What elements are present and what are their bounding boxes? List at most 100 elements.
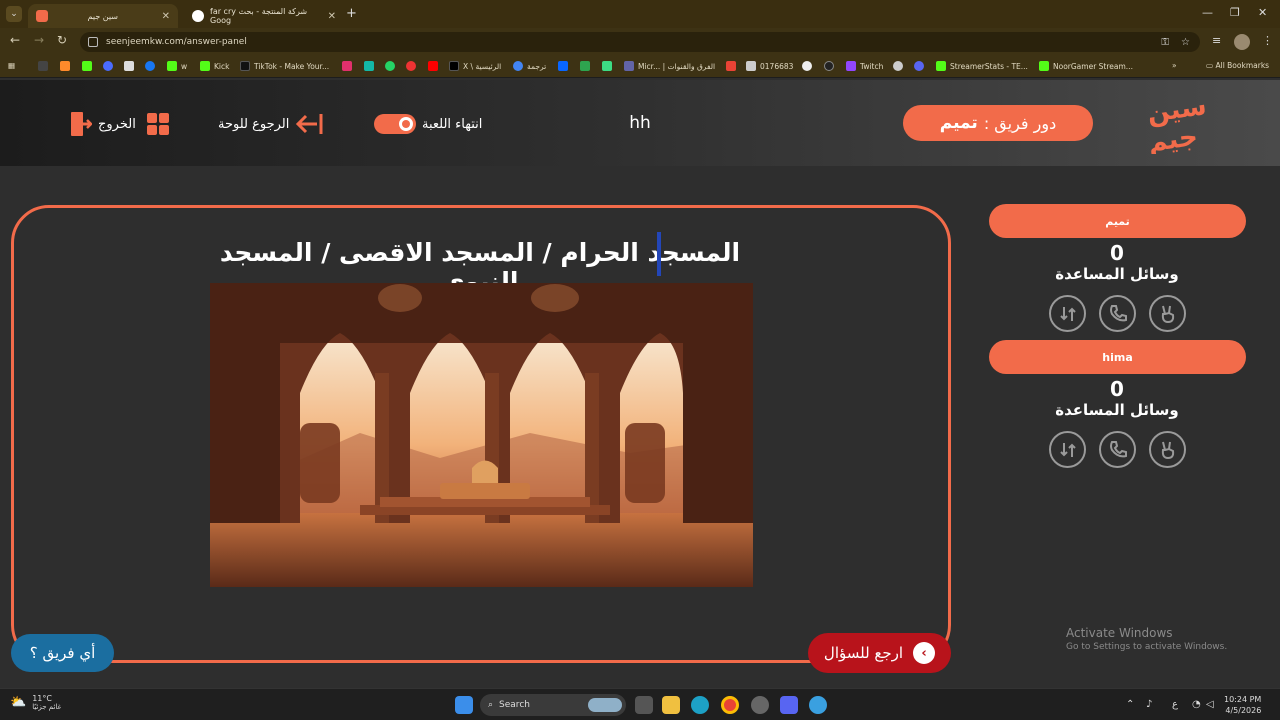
bookmark-meta-icon[interactable] [558,61,572,71]
bookmark-r-icon[interactable] [38,61,52,71]
task-view-icon[interactable] [635,696,653,714]
call-friend-icon[interactable] [1099,295,1136,332]
seenjeem-favicon-icon [36,10,48,22]
discord-icon[interactable] [780,696,798,714]
bookmark-tiktok[interactable]: TikTok - Make Your... [240,61,329,71]
arrow-left-bar-icon [296,114,323,134]
bookmark-drive-icon[interactable] [580,61,594,71]
bookmark-kick[interactable]: Kick [200,61,229,71]
watermark-line1: Activate Windows [1066,626,1173,640]
call-friend-icon[interactable] [1099,431,1136,468]
new-tab-plus-icon[interactable]: + [346,6,357,21]
volume-icon[interactable]: ◁ [1206,699,1214,710]
bookmark-twitch[interactable]: Twitch [846,61,883,71]
microphone-icon[interactable]: ♪ [1146,699,1152,710]
reload-icon[interactable]: ↻ [57,33,67,47]
start-windows-icon[interactable] [455,696,473,714]
bookmark-app-icon[interactable] [364,61,378,71]
close-tab-icon[interactable]: ✕ [328,11,336,22]
page-icon [746,61,756,71]
board-grid-button[interactable] [146,110,170,138]
watermark-line2: Go to Settings to activate Windows. [1066,642,1228,652]
swap-question-icon[interactable] [1049,295,1086,332]
password-key-icon[interactable]: ⚿ [1161,37,1169,48]
menu-dots-icon[interactable]: ⋮ [1262,34,1273,47]
tab-google-search[interactable]: far cry شركة المنتجة - بحث Goog ✕ [184,4,344,28]
google-favicon-icon [192,10,204,22]
maximize-icon[interactable]: ❐ [1230,6,1240,19]
weather-desc: غائم جزئيًا [32,703,62,711]
bookmark-github-icon[interactable] [824,61,838,71]
bookmark-chatgpt-icon[interactable] [802,61,816,71]
back-to-board-button[interactable]: الرجوع للوحة [218,110,323,138]
tab-search-button[interactable]: ⌄ [6,6,22,22]
bookmark-arc-icon[interactable] [60,61,74,71]
weather-widget[interactable]: ⛅ 11°C غائم جزئيًا [10,694,61,711]
back-arrow-icon[interactable]: ← [10,33,20,47]
bookmark-android-icon[interactable] [602,61,616,71]
seenjeem-logo: سين جيم [1145,91,1208,154]
swap-question-icon[interactable] [1049,431,1086,468]
wifi-icon[interactable]: ◔ [1192,699,1201,710]
bookmark-instagram-icon[interactable] [124,61,138,71]
bookmark-noorgamer[interactable]: NoorGamer Stream... [1039,61,1133,71]
which-team-button[interactable]: أي فريق ؟ [11,634,114,672]
forward-arrow-icon[interactable]: → [34,33,44,47]
two-answers-icon[interactable] [1149,295,1186,332]
bookmarks-overflow-icon[interactable]: » [1172,61,1177,70]
bookmark-globe-icon[interactable] [893,61,907,71]
close-tab-icon[interactable]: ✕ [162,11,170,22]
all-bookmarks-folder[interactable]: ▭ All Bookmarks [1206,61,1269,70]
team-1-helps-label: وسائل المساعدة [1055,265,1179,283]
team-2-score: 0 [1110,377,1124,401]
close-window-icon[interactable]: ✕ [1258,6,1267,19]
app-icon[interactable] [809,696,827,714]
two-answers-icon[interactable] [1149,431,1186,468]
bookmark-youtube-icon[interactable] [428,61,442,71]
kick-icon [200,61,210,71]
show-hidden-icons-icon[interactable]: ⌃ [1126,699,1134,710]
bookmark-streamerstats[interactable]: StreamerStats - TE... [936,61,1028,71]
bookmark-translate[interactable]: ترجمة [513,61,546,71]
chrome-icon[interactable] [721,696,739,714]
bookmark-discord-icon[interactable] [914,61,928,71]
edge-browser-icon[interactable] [691,696,709,714]
bookmark-stats-icon[interactable] [82,61,96,71]
bookmark-yandex-icon[interactable] [406,61,420,71]
media-controls-icon[interactable]: ≡ [1212,34,1221,47]
twitch-icon [846,61,856,71]
x-icon [449,61,459,71]
system-clock[interactable]: 10:24 PM 4/5/2026 [1224,694,1261,716]
taskbar-search[interactable]: ⌕ Search [480,694,626,716]
site-info-icon[interactable] [88,37,98,47]
clock-date: 4/5/2026 [1225,706,1262,715]
apps-grid-icon[interactable]: ▦ [8,61,15,70]
turn-team-name: تميم [939,113,978,133]
bookmark-teams[interactable]: Micr... | الفرق والقنوات [624,61,715,71]
end-game-toggle[interactable] [374,114,416,134]
file-explorer-icon[interactable] [662,696,680,714]
bookmark-star-icon[interactable]: ☆ [1181,37,1190,48]
answer-image [210,283,753,587]
grid-icon [147,113,169,135]
bookmark-facebook-icon[interactable] [145,61,159,71]
obs-icon[interactable] [751,696,769,714]
tab-seenjeem[interactable]: سين جيم ✕ [28,4,178,28]
which-team-label: أي فريق ؟ [29,644,96,662]
bookmark-number[interactable]: 0176683 [746,61,793,71]
search-icon: ⌕ [488,700,494,710]
language-indicator[interactable]: ع [1172,699,1178,710]
bookmark-instagram2-icon[interactable] [342,61,356,71]
profile-avatar[interactable] [1234,34,1250,50]
minimize-icon[interactable]: — [1202,6,1213,19]
exit-button[interactable]: الخروج [68,110,136,138]
bookmark-kick-w-icon[interactable]: w [167,61,187,71]
bookmark-whatsapp-icon[interactable] [385,61,399,71]
address-bar[interactable]: seenjeemkw.com/answer-panel ⚿ ☆ [80,32,1200,52]
bookmark-r2-icon[interactable] [103,61,117,71]
turn-label: دور فريق : [983,113,1057,133]
end-game-control[interactable]: انتهاء اللعبة [374,110,482,138]
bookmark-gmail-icon[interactable] [726,61,740,71]
bookmark-x[interactable]: X \ الرئيسية [449,61,501,71]
back-to-question-button[interactable]: › ارجع للسؤال [808,633,951,673]
